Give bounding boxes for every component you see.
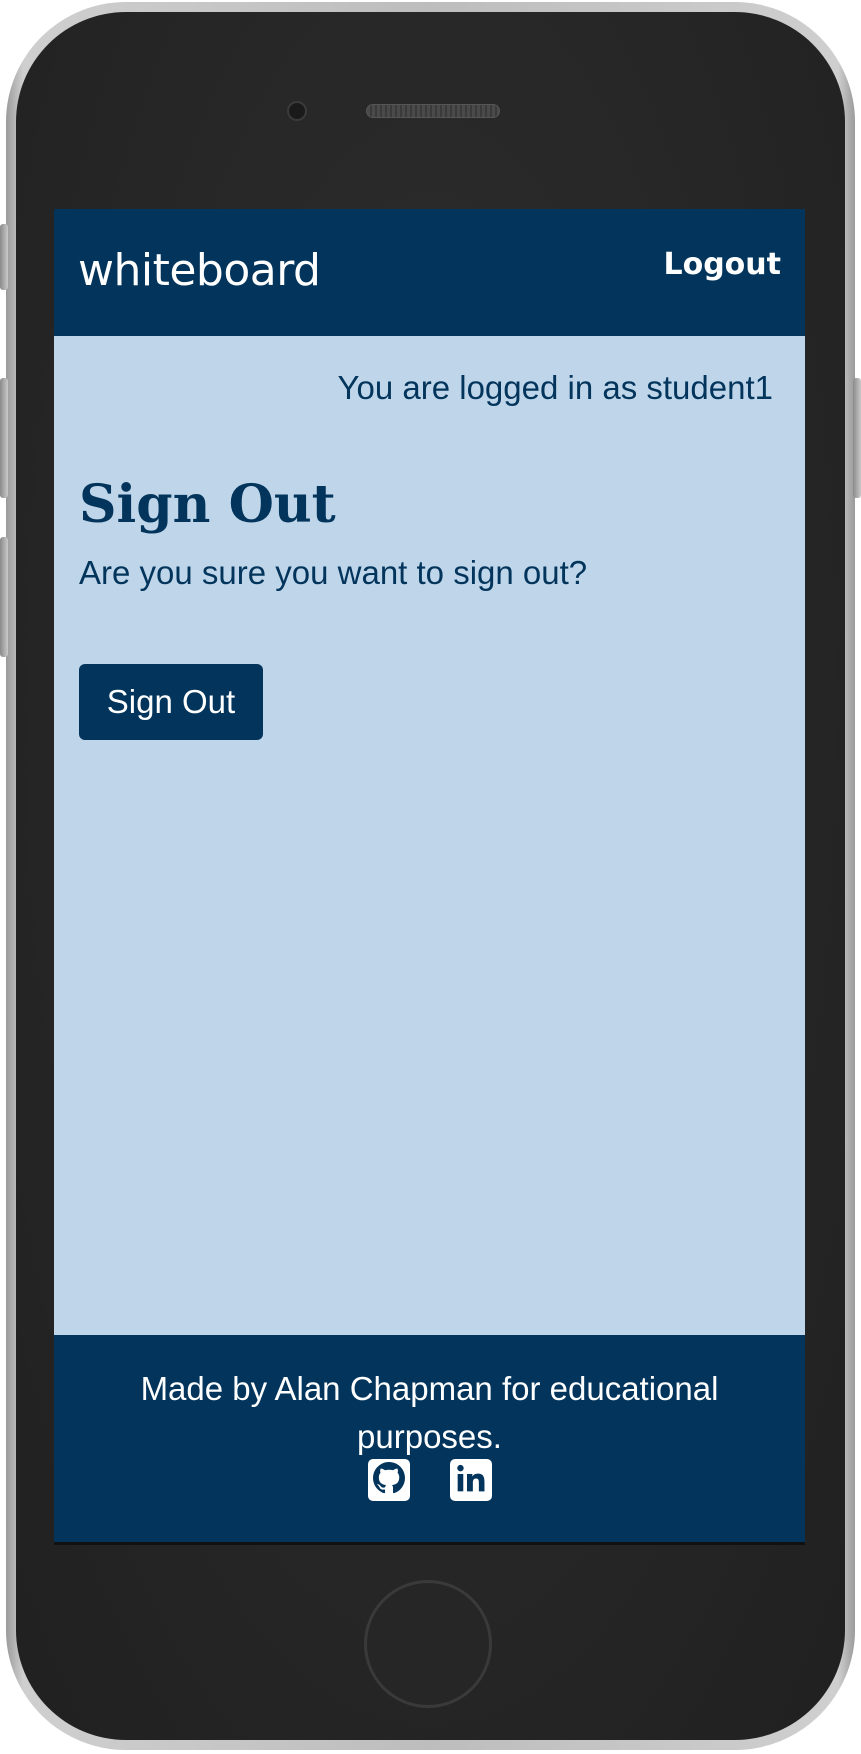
logout-link[interactable]: Logout [663, 247, 781, 282]
speaker-grille [366, 104, 500, 118]
page-title: Sign Out [79, 474, 336, 535]
github-link[interactable] [368, 1459, 410, 1501]
side-button-volume-up [0, 378, 8, 498]
camera [287, 101, 307, 121]
signout-question: Are you sure you want to sign out? [79, 554, 588, 591]
side-button-volume-down [0, 537, 8, 657]
home-button[interactable] [364, 1580, 492, 1708]
brand-logo[interactable]: whiteboard [78, 245, 321, 296]
side-button-mute [0, 224, 8, 290]
screen-edge [54, 1542, 805, 1545]
linkedin-icon [455, 1462, 487, 1499]
linkedin-link[interactable] [450, 1459, 492, 1501]
side-button-power [853, 378, 861, 498]
sign-out-button[interactable]: Sign Out [79, 664, 263, 740]
github-icon [373, 1461, 405, 1499]
navbar: whiteboard Logout [54, 209, 805, 336]
footer: Made by Alan Chapman for educational pur… [54, 1335, 805, 1542]
app-screen: whiteboard Logout You are logged in as s… [54, 209, 805, 1544]
logged-in-status: You are logged in as student1 [337, 369, 773, 406]
footer-credit: Made by Alan Chapman for educational pur… [140, 1370, 719, 1455]
